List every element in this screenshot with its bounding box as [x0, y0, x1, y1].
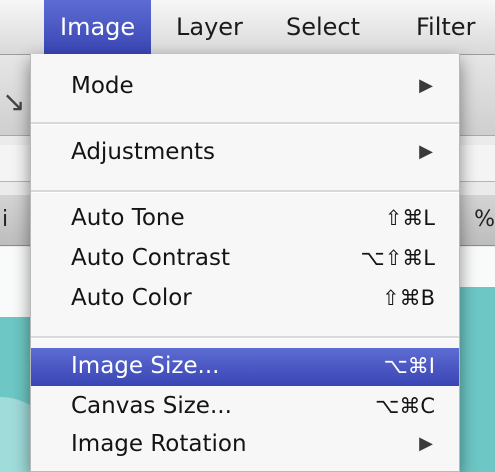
menu-item-auto-color[interactable]: Auto Color ⇧⌘B	[31, 280, 459, 316]
zoom-readout: %	[474, 207, 495, 232]
menu-item-shortcut: ⌥⇧⌘L	[360, 246, 436, 270]
menu-item-label: Auto Tone	[71, 205, 185, 231]
menu-item-label: Canvas Size...	[71, 393, 232, 419]
menu-item-label: Mode	[71, 73, 134, 99]
menu-item-image-size[interactable]: Image Size... ⌥⌘I	[31, 348, 459, 386]
menu-item-auto-contrast[interactable]: Auto Contrast ⌥⇧⌘L	[31, 240, 459, 276]
menu-item-shortcut: ⇧⌘B	[381, 286, 435, 310]
menu-item-label: Auto Color	[71, 285, 192, 311]
submenu-arrow-icon: ▶	[419, 141, 433, 162]
menu-item-mode[interactable]: Mode ▶	[31, 68, 459, 104]
menu-item-shortcut: ⇧⌘L	[384, 206, 435, 230]
menu-item-label: Adjustments	[71, 139, 216, 165]
menu-item-auto-tone[interactable]: Auto Tone ⇧⌘L	[31, 200, 459, 236]
menu-item-shortcut: ⌥⌘C	[375, 394, 435, 418]
menu-separator	[31, 122, 459, 125]
menu-image[interactable]: Image	[44, 0, 152, 54]
menu-item-shortcut: ⌥⌘I	[383, 354, 435, 378]
menu-item-label: Image Size...	[71, 353, 220, 379]
menu-separator	[31, 336, 459, 339]
menu-select[interactable]: Select	[286, 0, 360, 54]
menu-item-label: Image Rotation	[71, 431, 247, 457]
menu-item-image-rotation[interactable]: Image Rotation ▶	[31, 426, 459, 462]
menu-layer[interactable]: Layer	[176, 0, 243, 54]
menu-bar: Image Layer Select Filter	[0, 0, 495, 55]
menu-filter[interactable]: Filter	[416, 0, 475, 54]
canvas-artwork-right	[455, 287, 495, 472]
menu-item-label: Auto Contrast	[71, 245, 230, 271]
menu-separator	[31, 190, 459, 193]
submenu-arrow-icon: ▶	[419, 75, 433, 96]
menu-item-canvas-size[interactable]: Canvas Size... ⌥⌘C	[31, 388, 459, 424]
photoshop-window: ↘ i % Image Layer Select Filter Mode ▶ A…	[0, 0, 495, 472]
document-tab-label[interactable]: i	[2, 207, 8, 232]
image-menu-dropdown: Mode ▶ Adjustments ▶ Auto Tone ⇧⌘L Auto …	[30, 54, 460, 472]
move-tool-icon[interactable]: ↘	[2, 85, 25, 118]
submenu-arrow-icon: ▶	[419, 433, 433, 454]
menu-item-adjustments[interactable]: Adjustments ▶	[31, 134, 459, 170]
